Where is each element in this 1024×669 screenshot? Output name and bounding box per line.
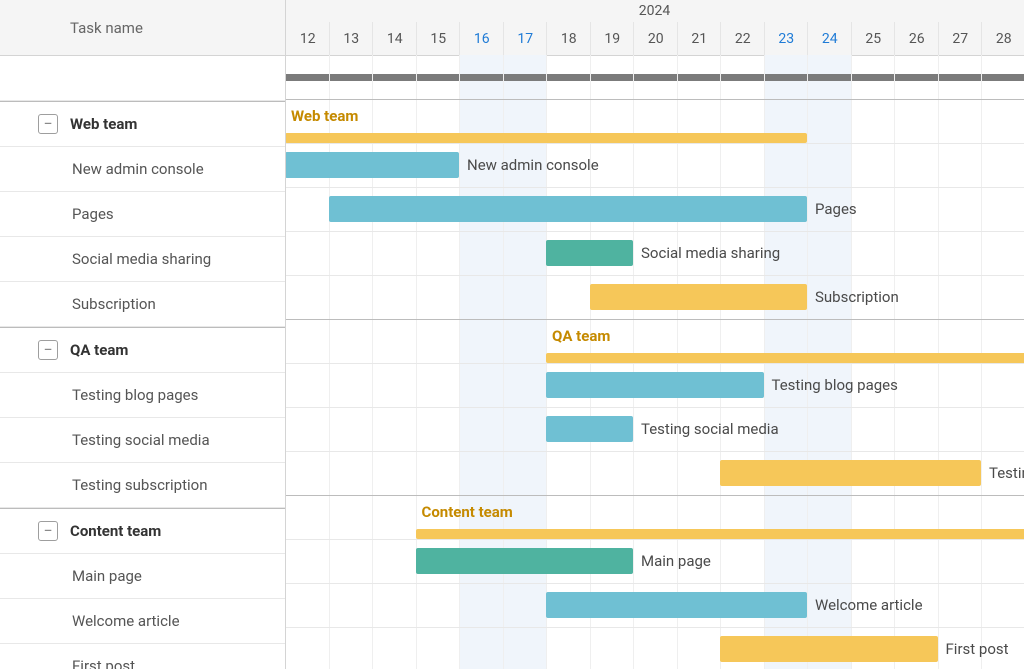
- task-bar[interactable]: [590, 284, 808, 310]
- task-bar[interactable]: [329, 196, 808, 222]
- timeline-header: 2024 1213141516171819202122232425262728: [285, 0, 1024, 56]
- task-bar[interactable]: [546, 240, 633, 266]
- collapse-icon[interactable]: −: [38, 521, 58, 541]
- day-header: 12: [285, 22, 330, 55]
- bar-label: Pages: [815, 200, 857, 218]
- day-header: 16: [459, 22, 504, 55]
- summary-bar[interactable]: [546, 353, 1024, 363]
- task-row[interactable]: Testing social media: [0, 418, 285, 463]
- task-row[interactable]: Subscription: [0, 282, 285, 327]
- day-header: 14: [372, 22, 417, 55]
- day-header: 27: [938, 22, 983, 55]
- bar-label: Content team: [422, 503, 513, 521]
- task-list-panel: Task name − Web team New admin console P…: [0, 0, 286, 669]
- day-header: 17: [503, 22, 548, 55]
- timeline-days: 1213141516171819202122232425262728: [285, 22, 1024, 55]
- task-bar[interactable]: [546, 416, 633, 442]
- group-row-web-team[interactable]: − Web team: [0, 101, 285, 147]
- bar-label: Main page: [641, 552, 711, 570]
- task-row[interactable]: Pages: [0, 192, 285, 237]
- day-header: 13: [329, 22, 374, 55]
- day-header: 21: [677, 22, 722, 55]
- day-header: 28: [981, 22, 1024, 55]
- group-label: Content team: [70, 522, 161, 540]
- bar-label: Testing blog pages: [772, 376, 898, 394]
- bar-label: Welcome article: [815, 596, 923, 614]
- bar-label: Web team: [291, 107, 358, 125]
- collapse-icon[interactable]: −: [38, 114, 58, 134]
- group-row-content-team[interactable]: − Content team: [0, 508, 285, 554]
- summary-bar[interactable]: [285, 133, 807, 143]
- day-header: 19: [590, 22, 635, 55]
- group-row-qa-team[interactable]: − QA team: [0, 327, 285, 373]
- gantt-chart: Task name − Web team New admin console P…: [0, 0, 1024, 669]
- task-bar[interactable]: [546, 372, 764, 398]
- task-list-header: Task name: [0, 0, 285, 56]
- bar-label: First post: [946, 640, 1009, 658]
- task-bar[interactable]: [546, 592, 807, 618]
- day-header: 26: [894, 22, 939, 55]
- day-header: 23: [764, 22, 809, 55]
- bar-label: Social media sharing: [641, 244, 780, 262]
- task-row[interactable]: Welcome article: [0, 599, 285, 644]
- day-header: 18: [546, 22, 591, 55]
- timeline-panel: 2024 1213141516171819202122232425262728 …: [285, 0, 1024, 669]
- task-row[interactable]: Testing blog pages: [0, 373, 285, 418]
- day-header: 24: [807, 22, 852, 55]
- timeline-year: 2024: [285, 0, 1024, 22]
- day-header: 22: [720, 22, 765, 55]
- day-header: 15: [416, 22, 461, 55]
- task-row[interactable]: Social media sharing: [0, 237, 285, 282]
- group-label: QA team: [70, 341, 128, 359]
- day-header: 20: [633, 22, 678, 55]
- collapse-icon[interactable]: −: [38, 340, 58, 360]
- task-bar[interactable]: [285, 152, 459, 178]
- bar-label: QA team: [552, 327, 610, 345]
- task-bar[interactable]: [416, 548, 634, 574]
- bar-label: Testing social media: [641, 420, 779, 438]
- day-header: 25: [851, 22, 896, 55]
- task-row[interactable]: Testing subscription: [0, 463, 285, 508]
- bar-label: Testing subscription: [989, 464, 1024, 482]
- spacer-row: [0, 56, 285, 101]
- task-bar[interactable]: [720, 460, 981, 486]
- timeline-bars: Web team New admin console Pages Social med…: [285, 55, 1024, 669]
- bar-label: Subscription: [815, 288, 899, 306]
- group-label: Web team: [70, 115, 137, 133]
- task-row[interactable]: First post: [0, 644, 285, 669]
- task-bar[interactable]: [720, 636, 938, 662]
- task-row[interactable]: Main page: [0, 554, 285, 599]
- task-row[interactable]: New admin console: [0, 147, 285, 192]
- summary-bar[interactable]: [416, 529, 1024, 539]
- bar-label: New admin console: [467, 156, 599, 174]
